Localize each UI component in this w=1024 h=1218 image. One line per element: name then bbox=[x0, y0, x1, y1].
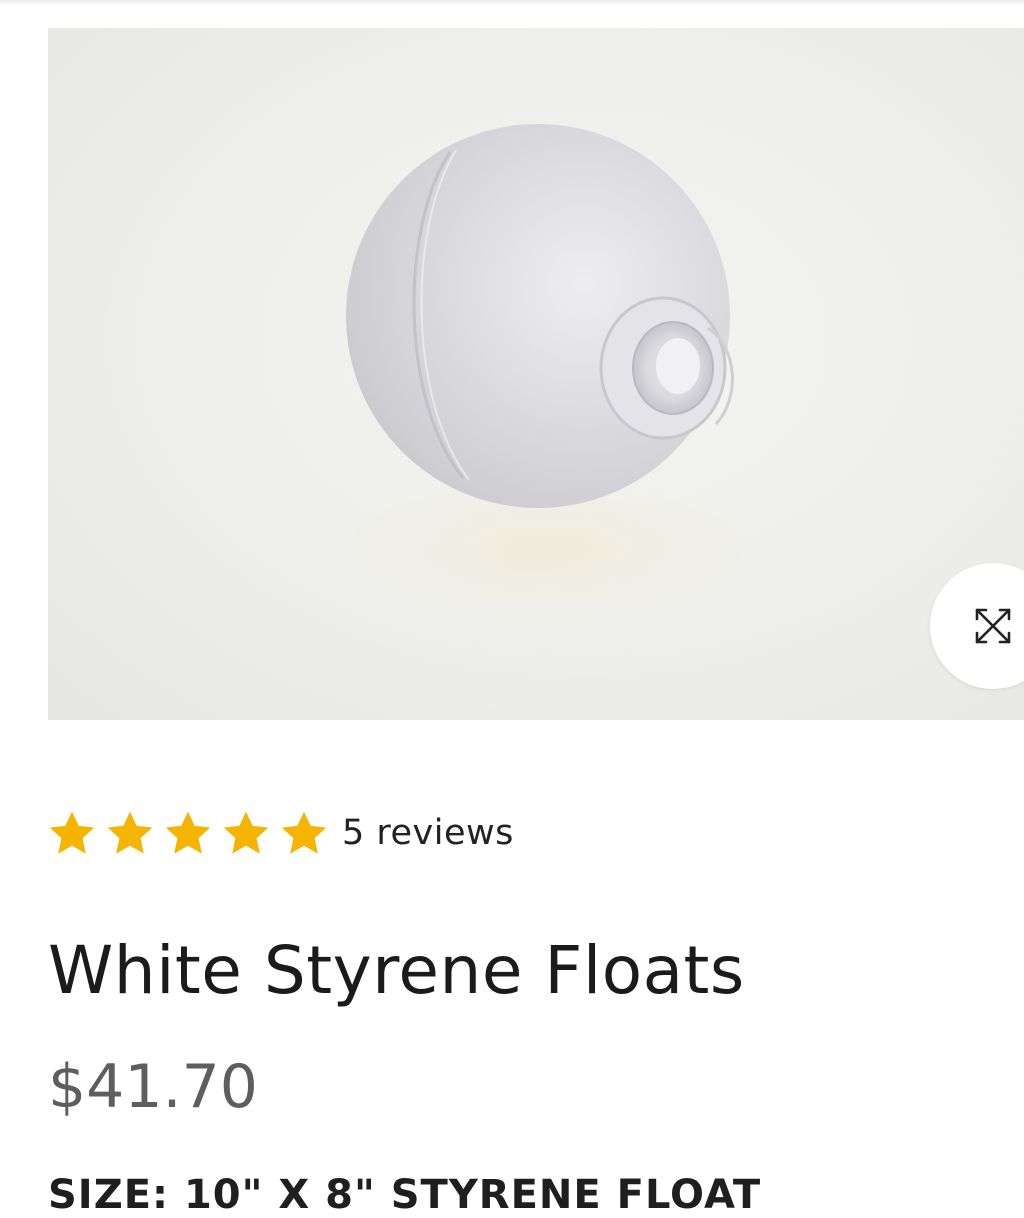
header-divider bbox=[0, 0, 1024, 6]
size-option-label: SIZE: 10" X 8" STYRENE FLOAT bbox=[48, 1172, 762, 1218]
styrene-float-illustration bbox=[346, 124, 748, 618]
reviews-link[interactable]: 5 reviews bbox=[342, 813, 514, 853]
star-icon bbox=[165, 811, 211, 854]
star-rating bbox=[48, 810, 342, 856]
star-icon bbox=[49, 811, 95, 854]
product-title: White Styrene Floats bbox=[48, 932, 745, 1009]
product-price: $41.70 bbox=[48, 1052, 258, 1122]
product-image[interactable] bbox=[48, 28, 1024, 720]
expand-arrows-icon bbox=[975, 608, 1011, 644]
product-rating[interactable]: 5 reviews bbox=[48, 808, 514, 858]
star-icon bbox=[281, 811, 327, 854]
star-icon bbox=[107, 811, 153, 854]
star-icon bbox=[223, 811, 269, 854]
